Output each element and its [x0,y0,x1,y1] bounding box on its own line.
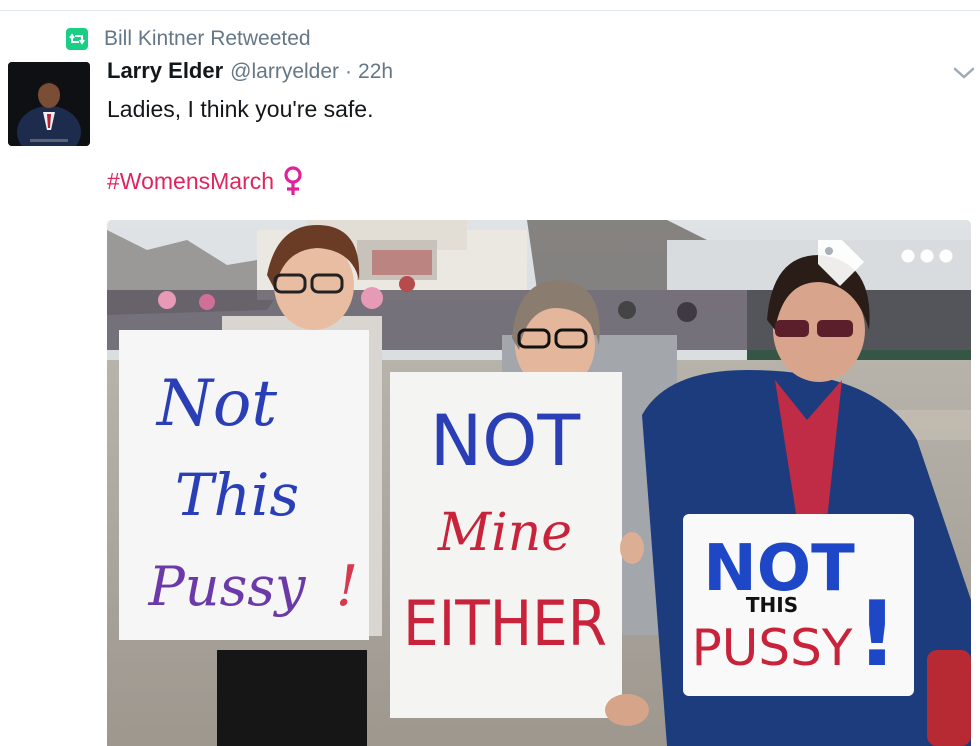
tweet-photo[interactable]: Not This Pussy ! NOT Mine EITHER NOT THI… [107,220,971,746]
author-name[interactable]: Larry Elder [107,58,223,84]
retweet-context: Bill Kintner Retweeted [66,26,311,52]
tweet-text: Ladies, I think you're safe. [107,96,374,122]
retweet-icon [66,28,88,50]
sign-left-line4: ! [336,554,359,619]
sign-right-line2: THIS [746,593,798,617]
tweet-header: Larry Elder @larryelder · 22h [107,58,393,90]
sign-left-line3: Pussy [147,555,307,618]
venus-symbol-icon [284,166,302,195]
timeline-divider [0,10,980,11]
sign-right-line3: PUSSY [692,619,853,677]
tag-icon[interactable] [812,234,868,290]
sign-left-line1: Not [155,367,278,441]
author-handle[interactable]: @larryelder [230,60,339,84]
more-dots-icon[interactable] [896,244,958,268]
retweet-label[interactable]: Bill Kintner Retweeted [104,27,311,51]
sign-middle-line2: Mine [437,503,572,563]
sign-right-line4: ! [856,582,897,687]
sign-middle-line3: EITHER [403,587,607,660]
tweet-timestamp[interactable]: 22h [358,60,393,84]
sign-middle-line1: NOT [430,400,580,482]
chevron-down-icon[interactable] [952,66,976,80]
author-avatar[interactable] [8,62,90,146]
sign-left-line2: This [175,461,299,529]
hashtag-link[interactable]: #WomensMarch [107,168,274,195]
hashtag-line: #WomensMarch [107,166,304,196]
header-separator: · [345,60,353,83]
